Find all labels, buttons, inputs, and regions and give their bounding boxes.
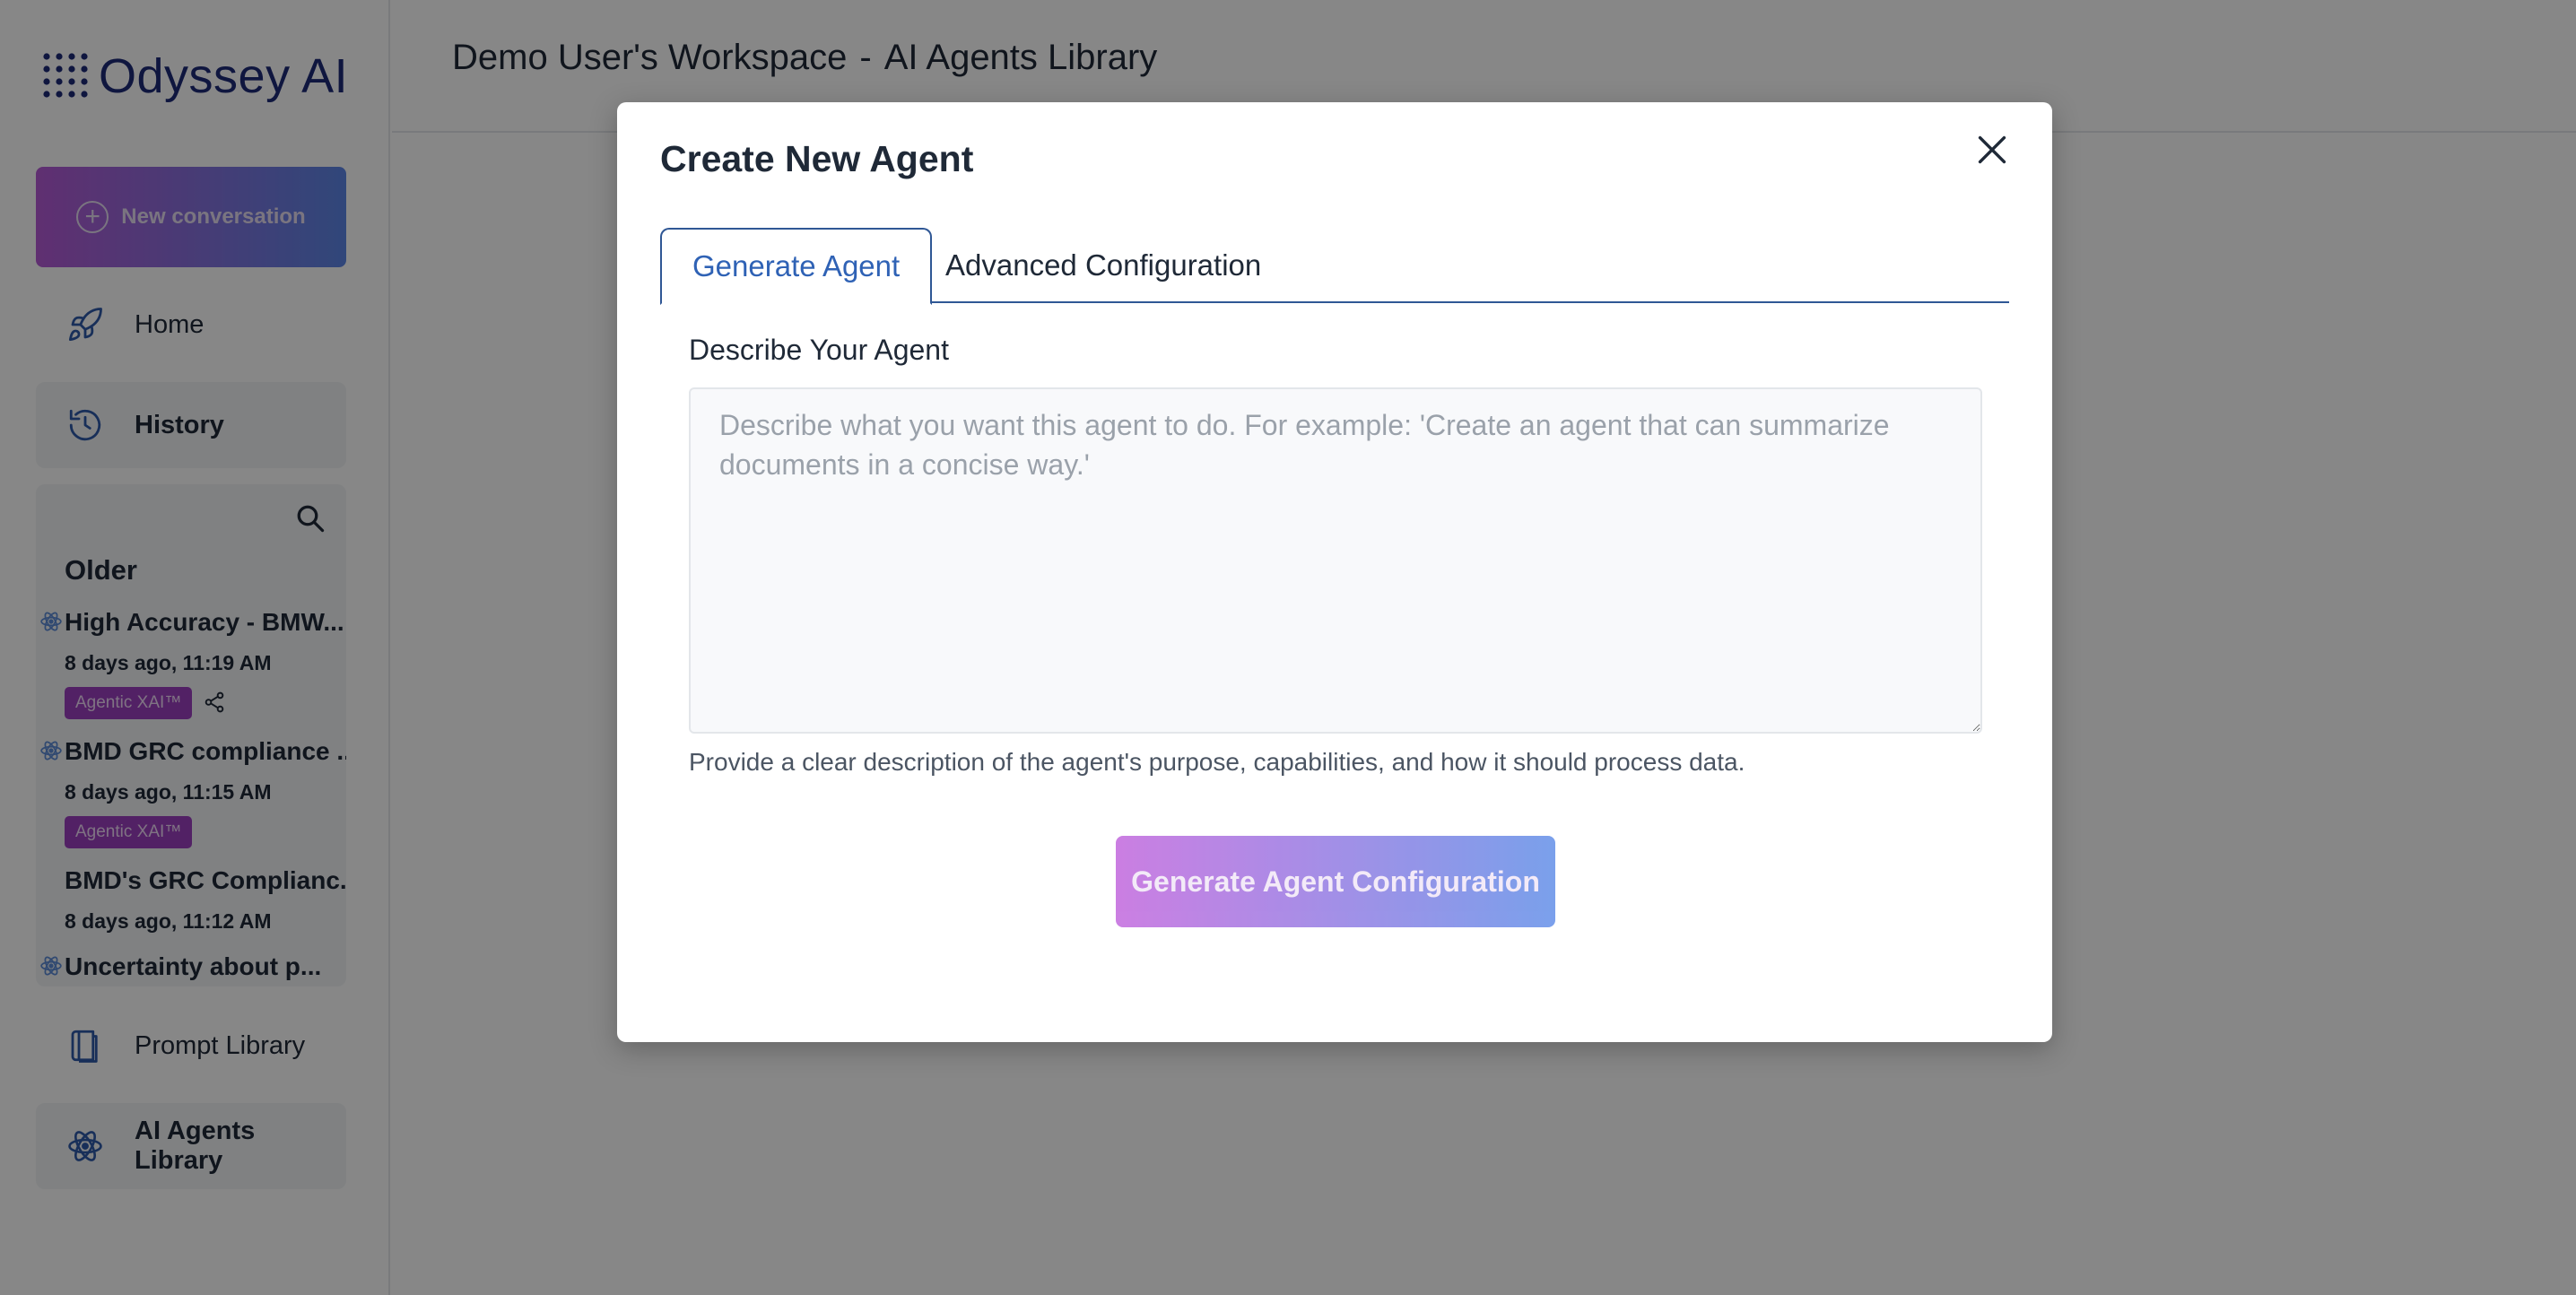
- app-root: Odyssey AI + New conversation Home Histo…: [0, 0, 2576, 1295]
- close-icon: [1978, 135, 2006, 164]
- modal-title: Create New Agent: [660, 138, 974, 179]
- describe-agent-label: Describe Your Agent: [689, 334, 949, 366]
- create-agent-modal: Create New Agent Generate Agent Advanced…: [617, 102, 2052, 1042]
- close-button[interactable]: [1971, 129, 2013, 170]
- modal-tabs: Generate Agent Advanced Configuration: [660, 228, 2009, 305]
- tab-advanced-configuration[interactable]: Advanced Configuration: [915, 228, 1292, 303]
- generate-agent-configuration-button[interactable]: Generate Agent Configuration: [1116, 836, 1555, 927]
- tab-generate-agent[interactable]: Generate Agent: [660, 228, 933, 305]
- agent-description-input[interactable]: [689, 387, 1982, 734]
- help-text: Provide a clear description of the agent…: [689, 748, 1745, 776]
